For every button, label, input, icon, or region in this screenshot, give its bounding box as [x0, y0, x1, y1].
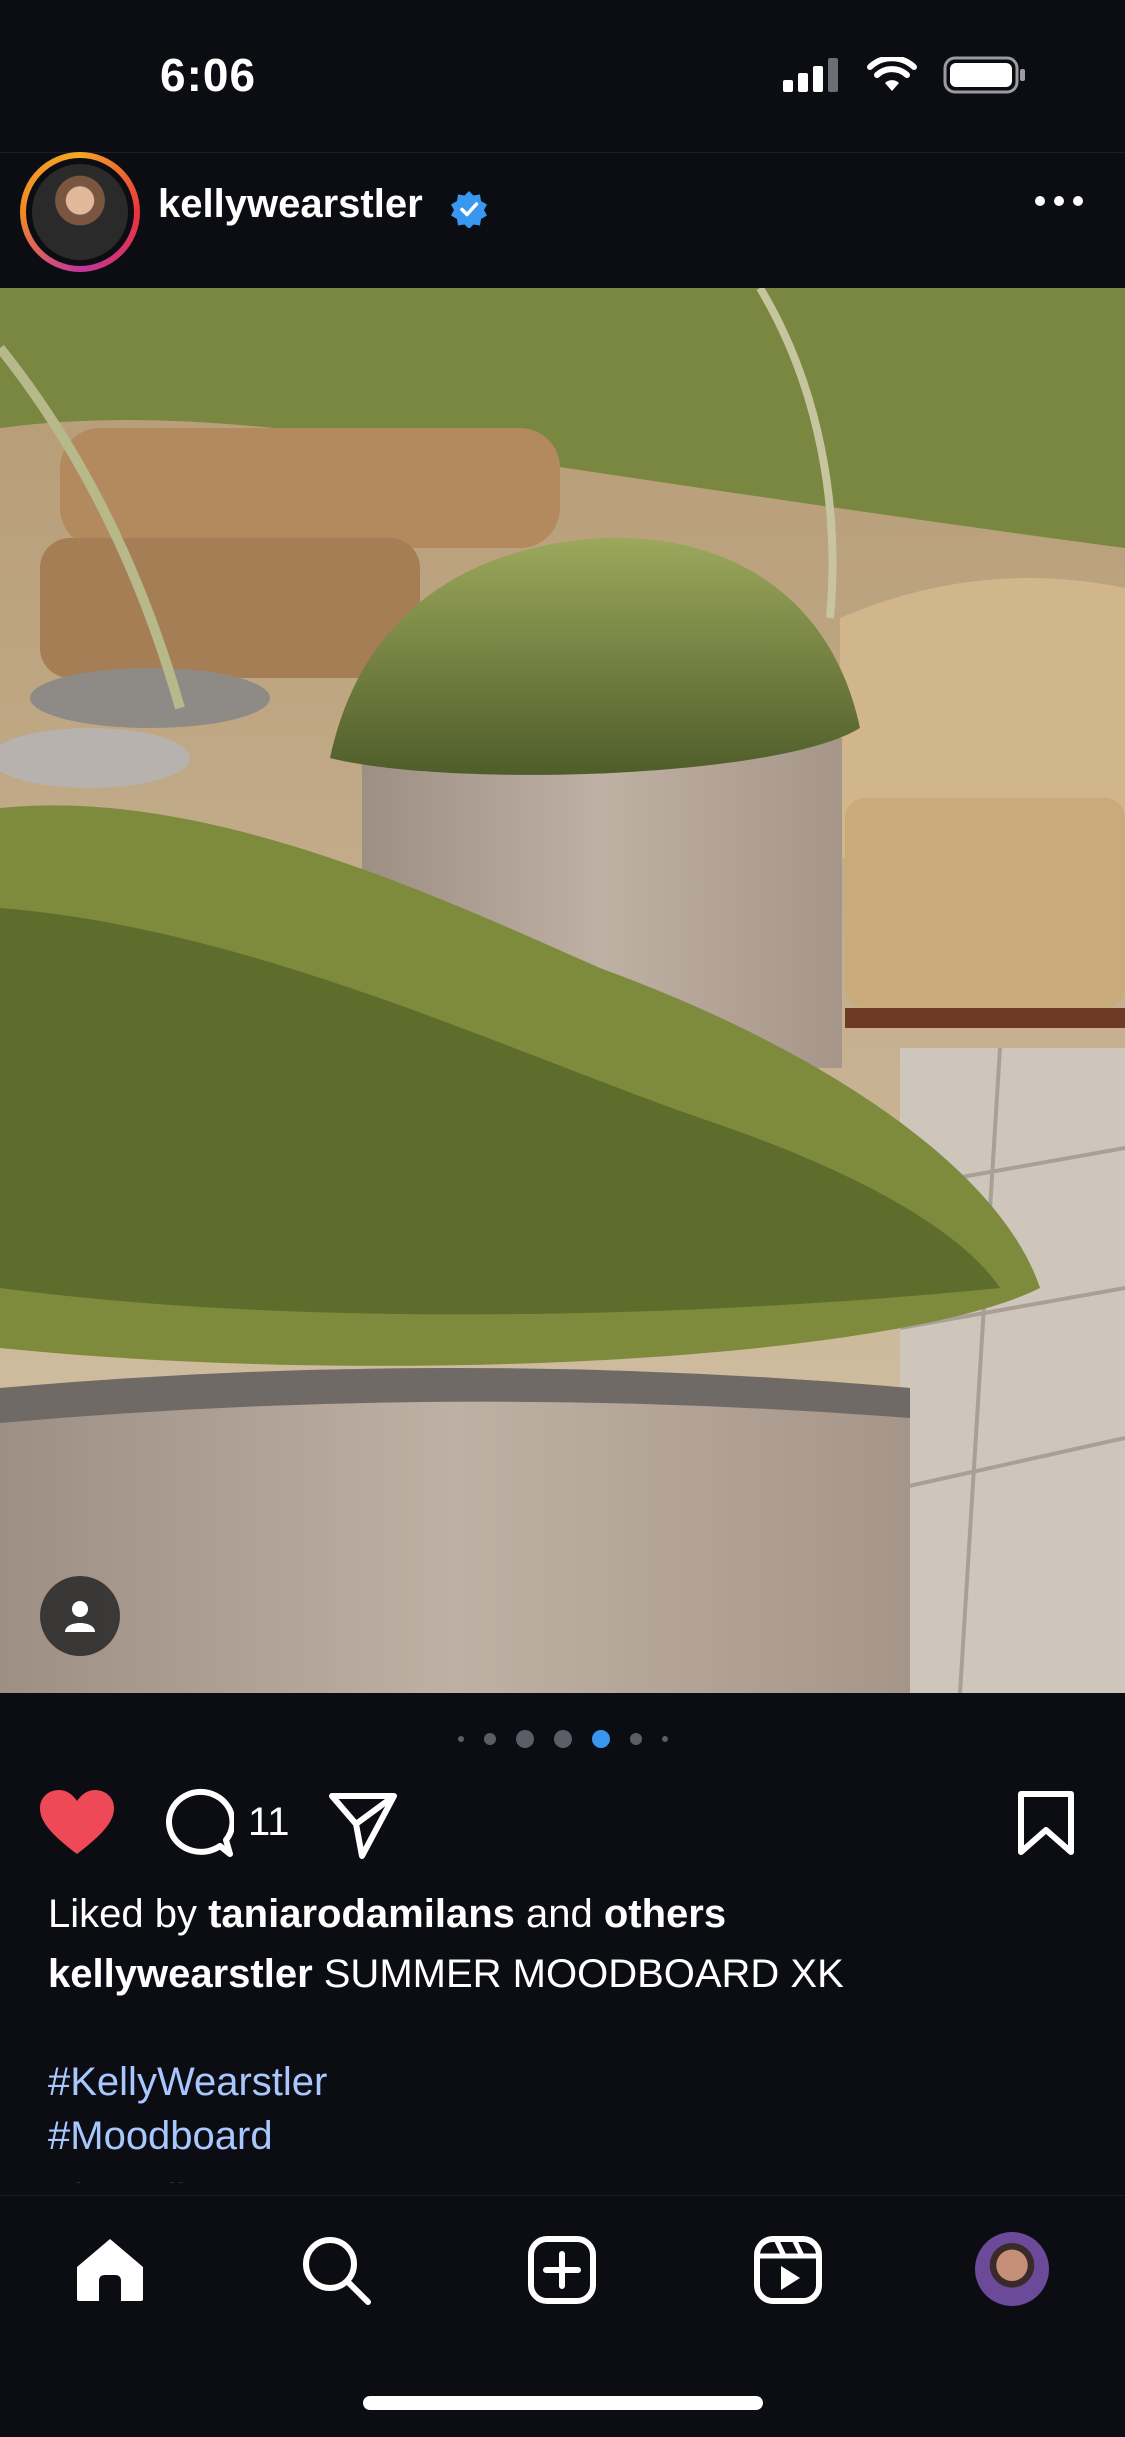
share-send-icon[interactable] — [328, 1790, 398, 1860]
battery-icon — [943, 56, 1025, 94]
like-heart-icon[interactable] — [40, 1790, 114, 1856]
caption-username[interactable]: kellywearstler — [48, 1952, 313, 1996]
tab-home[interactable] — [72, 2232, 148, 2308]
carousel-dot-active — [591, 1730, 610, 1748]
tab-search[interactable] — [298, 2232, 374, 2308]
status-icons — [783, 56, 1027, 94]
search-icon — [303, 2237, 371, 2305]
caption: kellywearstler SUMMER MOODBOARD XK — [48, 1952, 844, 1997]
hashtag-link[interactable]: #KellyWearstler — [48, 2060, 327, 2105]
reels-icon — [754, 2236, 822, 2304]
carousel-dot — [629, 1733, 642, 1745]
carousel-dot — [483, 1733, 496, 1745]
comment-icon[interactable] — [162, 1788, 234, 1860]
hashtag-link[interactable]: #Moodboard — [48, 2114, 273, 2159]
carousel-dot — [457, 1736, 464, 1742]
carousel-dot — [661, 1736, 668, 1742]
carousel-dot — [515, 1730, 534, 1748]
wifi-icon — [867, 57, 917, 91]
likes-prefix: Liked by — [48, 1892, 209, 1936]
tab-profile-avatar[interactable] — [975, 2232, 1049, 2306]
tagged-user-icon[interactable] — [40, 1576, 120, 1656]
caption-text: SUMMER MOODBOARD XK — [312, 1952, 844, 1996]
post-image[interactable] — [0, 288, 1125, 1693]
likes-middle: and — [514, 1892, 604, 1936]
tab-create[interactable] — [524, 2232, 600, 2308]
comment-count: 11 — [248, 1800, 290, 1844]
save-bookmark-icon[interactable] — [1017, 1790, 1075, 1856]
home-indicator[interactable] — [363, 2396, 763, 2410]
home-icon — [77, 2239, 143, 2301]
create-plus-icon — [528, 2236, 596, 2304]
cellular-signal-icon — [783, 58, 838, 92]
story-ring-avatar[interactable] — [20, 152, 140, 272]
liked-by-others[interactable]: others — [604, 1892, 726, 1936]
verified-badge-icon — [451, 191, 487, 228]
carousel-indicator — [0, 1730, 1125, 1748]
post-username[interactable]: kellywearstler — [158, 182, 423, 227]
tab-reels[interactable] — [750, 2232, 826, 2308]
status-time: 6:06 — [160, 49, 257, 101]
carousel-dot — [553, 1730, 572, 1748]
avatar — [32, 164, 128, 260]
liked-by-user[interactable]: taniarodamilans — [208, 1892, 515, 1936]
likes-line: Liked by taniarodamilans and others — [48, 1892, 726, 1937]
more-options-icon[interactable] — [1035, 196, 1083, 206]
